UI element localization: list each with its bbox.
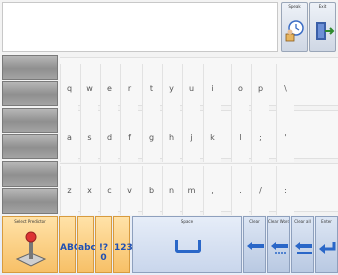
clear-word-arrow-icon xyxy=(271,242,288,254)
backspace-arrow-icon xyxy=(247,242,264,250)
key-slash[interactable]: / xyxy=(251,166,269,215)
numbers-button[interactable]: 123 xyxy=(113,216,133,273)
key-r[interactable]: r xyxy=(120,64,138,113)
key-p[interactable]: p xyxy=(251,64,269,113)
key-e[interactable]: e xyxy=(100,64,118,113)
symbols-text: !?0 xyxy=(98,243,109,263)
exit-button[interactable]: Exit xyxy=(309,2,336,52)
side-key-3[interactable] xyxy=(2,108,58,133)
key-f[interactable]: f xyxy=(120,113,138,162)
case-lower-button[interactable]: abc xyxy=(77,216,96,273)
exit-button-label: Exit xyxy=(318,4,327,9)
text-output-area[interactable] xyxy=(2,2,278,52)
clear-word-label: Clear Word xyxy=(268,219,289,224)
key-s[interactable]: s xyxy=(80,113,98,162)
space-label: Space xyxy=(180,219,194,224)
key-a[interactable]: a xyxy=(60,113,78,162)
enter-button[interactable]: Enter xyxy=(315,216,338,273)
key-m[interactable]: m xyxy=(182,166,200,215)
key-o[interactable]: o xyxy=(231,64,249,113)
case-upper-text: ABC xyxy=(60,243,81,253)
key-i[interactable]: i xyxy=(203,64,221,113)
side-key-4[interactable] xyxy=(2,134,58,159)
key-y[interactable]: y xyxy=(162,64,180,113)
predictor-joystick-icon xyxy=(15,231,47,267)
space-button[interactable]: Space xyxy=(132,216,242,273)
side-key-2[interactable] xyxy=(2,81,58,106)
key-b[interactable]: b xyxy=(142,166,160,215)
key-x[interactable]: x xyxy=(80,166,98,215)
side-key-1[interactable] xyxy=(2,55,58,80)
symbols-button[interactable]: !?0 xyxy=(95,216,112,273)
side-key-5[interactable] xyxy=(2,161,58,187)
select-predictor-button[interactable]: Select Predictor xyxy=(2,216,58,273)
key-w[interactable]: w xyxy=(80,64,98,113)
speak-button[interactable]: Speak xyxy=(281,2,308,52)
key-d[interactable]: d xyxy=(100,113,118,162)
enter-arrow-icon xyxy=(319,242,336,254)
space-bar-icon xyxy=(175,240,201,253)
key-t[interactable]: t xyxy=(142,64,160,113)
key-q[interactable]: q xyxy=(60,64,78,113)
side-key-6[interactable] xyxy=(2,188,58,214)
key-v[interactable]: v xyxy=(120,166,138,215)
speak-icon xyxy=(285,20,304,42)
clear-all-label: Clear all xyxy=(294,219,311,224)
clear-button[interactable]: Clear xyxy=(243,216,266,273)
clear-label: Clear xyxy=(249,219,260,224)
exit-door-icon xyxy=(316,22,335,40)
numbers-text: 123 xyxy=(114,243,133,253)
key-n[interactable]: n xyxy=(162,166,180,215)
case-lower-text: abc xyxy=(78,243,96,253)
clear-word-button[interactable]: Clear Word xyxy=(267,216,290,273)
key-g[interactable]: g xyxy=(142,113,160,162)
key-period[interactable]: . xyxy=(231,166,249,215)
key-c[interactable]: c xyxy=(100,166,118,215)
key-backslash[interactable]: \ xyxy=(276,64,294,113)
clear-all-button[interactable]: Clear all xyxy=(291,216,314,273)
key-apostrophe[interactable]: ' xyxy=(276,113,294,162)
key-u[interactable]: u xyxy=(182,64,200,113)
key-l[interactable]: l xyxy=(231,113,249,162)
key-colon[interactable]: : xyxy=(276,166,294,215)
key-k[interactable]: k xyxy=(203,113,221,162)
enter-label: Enter xyxy=(321,219,332,224)
key-z[interactable]: z xyxy=(60,166,78,215)
key-j[interactable]: j xyxy=(182,113,200,162)
on-screen-keyboard-app: Speak Exit q w e r t y u i o p \ a s d f… xyxy=(0,0,338,275)
key-h[interactable]: h xyxy=(162,113,180,162)
clear-all-arrow-icon xyxy=(295,242,312,254)
key-comma[interactable]: , xyxy=(203,166,221,215)
speak-button-label: Speak xyxy=(288,4,301,9)
key-semicolon[interactable]: ; xyxy=(251,113,269,162)
select-predictor-label: Select Predictor xyxy=(14,219,46,224)
case-upper-button[interactable]: ABC xyxy=(59,216,81,273)
